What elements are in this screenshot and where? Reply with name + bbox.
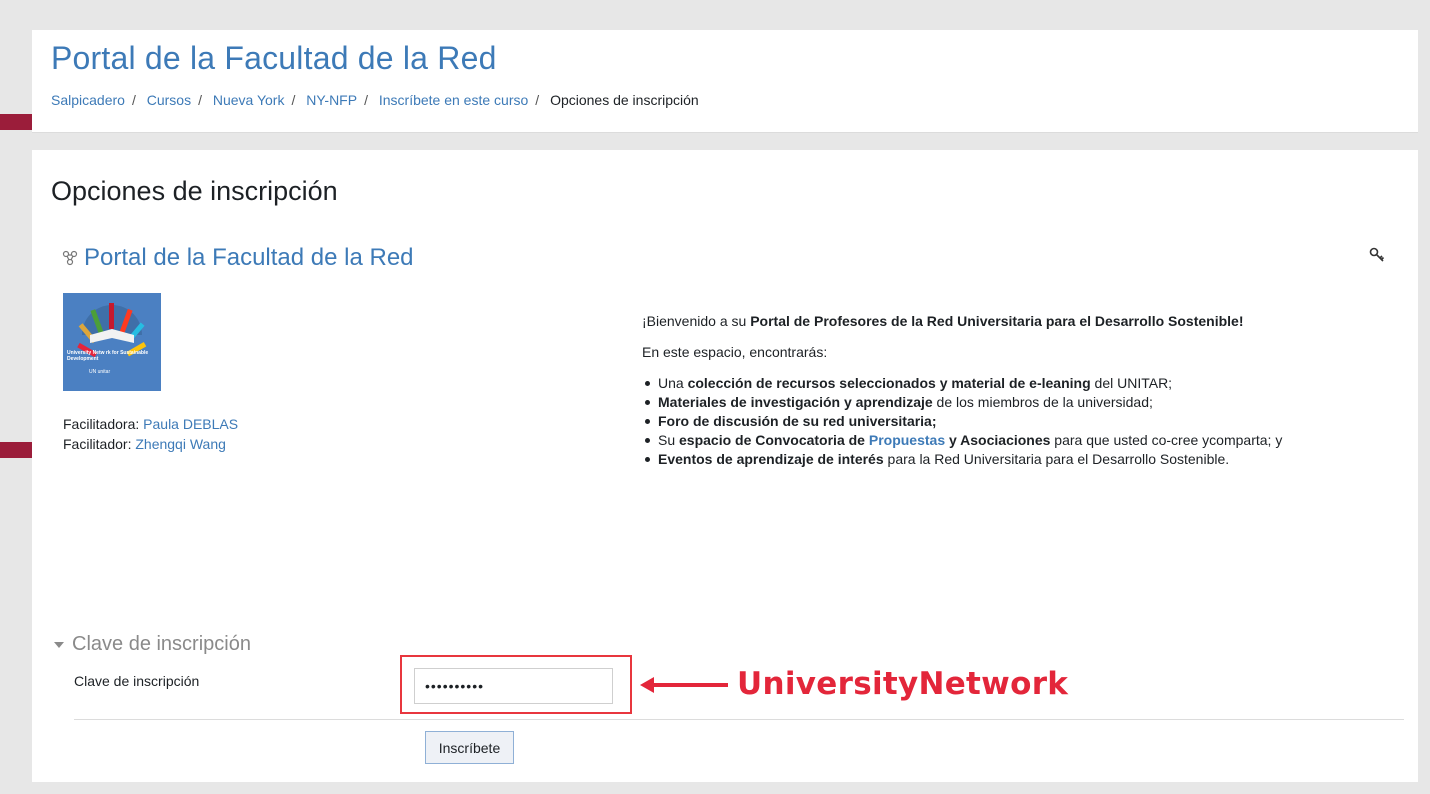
item-text: Su: [658, 432, 680, 448]
breadcrumb-separator: /: [198, 92, 202, 108]
side-mark: [0, 114, 32, 130]
course-summary: ¡Bienvenido a su Portal de Profesores de…: [642, 312, 1382, 469]
arrow-left-icon: [640, 677, 728, 693]
breadcrumb-link-enrol[interactable]: Inscríbete en este curso: [379, 92, 528, 108]
list-item: Su espacio de Convocatoria de Propuestas…: [642, 431, 1382, 450]
summary-text: ¡Bienvenido a su: [642, 313, 751, 329]
item-text: Una: [658, 375, 688, 391]
summary-bold: Portal de Profesores de la Red Universit…: [750, 313, 1244, 329]
contact-link[interactable]: Zhengqi Wang: [135, 436, 226, 452]
enrol-key-input[interactable]: [414, 668, 613, 704]
course-title-row: Portal de la Facultad de la Red: [62, 244, 414, 272]
breadcrumb-link-courses[interactable]: Cursos: [147, 92, 191, 108]
item-text: para la Red Universitaria para el Desarr…: [883, 451, 1230, 467]
course-image-caption: University Netw rk for Sustainable Devel…: [67, 350, 149, 362]
summary-list: Una colección de recursos seleccionados …: [642, 374, 1382, 469]
breadcrumb-link-dashboard[interactable]: Salpicadero: [51, 92, 125, 108]
contact-role: Facilitador:: [63, 436, 132, 452]
item-bold: Materiales de investigación y aprendizaj…: [658, 394, 933, 410]
item-bold: y Asociaciones: [945, 432, 1051, 448]
list-item: Una colección de recursos seleccionados …: [642, 374, 1382, 393]
summary-intro: En este espacio, encontrarás:: [642, 344, 828, 360]
side-mark: [0, 442, 32, 458]
enrol-key-label: Clave de inscripción: [74, 673, 200, 689]
summary-welcome: ¡Bienvenido a su Portal de Profesores de…: [642, 312, 1382, 331]
caret-down-icon: [54, 641, 64, 648]
list-item: Materiales de investigación y aprendizaj…: [642, 393, 1382, 412]
section-title: Clave de inscripción: [72, 633, 251, 655]
item-bold: colección de recursos seleccionados y ma…: [687, 375, 1091, 391]
enrol-submit-button[interactable]: Inscríbete: [425, 731, 514, 764]
contact-row: Facilitador: Zhengqi Wang: [63, 434, 238, 454]
list-item: Foro de discusión de su red universitari…: [642, 412, 1382, 431]
item-text: del UNITAR;: [1090, 375, 1173, 391]
page-header: Portal de la Facultad de la Red Salpicad…: [32, 30, 1418, 133]
contact-row: Facilitadora: Paula DEBLAS: [63, 414, 238, 434]
item-bold: Foro de discusión de su red universitari…: [658, 413, 937, 429]
breadcrumb-separator: /: [364, 92, 368, 108]
proposals-link[interactable]: Propuestas: [869, 432, 945, 448]
item-text: de los miembros de la universidad;: [932, 394, 1153, 410]
page-title: Opciones de inscripción: [51, 176, 338, 206]
course-image-graphic: [63, 293, 161, 391]
site-title: Portal de la Facultad de la Red: [51, 40, 497, 76]
item-text: para que usted co-cree ycomparta; y: [1050, 432, 1283, 448]
item-bold: espacio de Convocatoria de: [679, 432, 869, 448]
course-image-logos: UN unitar: [89, 369, 111, 375]
breadcrumb-current: Opciones de inscripción: [550, 92, 699, 108]
course-contacts: Facilitadora: Paula DEBLAS Facilitador: …: [63, 414, 238, 454]
course-image: University Netw rk for Sustainable Devel…: [63, 293, 161, 391]
course-title-link[interactable]: Portal de la Facultad de la Red: [84, 244, 414, 272]
breadcrumb-link-category[interactable]: Nueva York: [213, 92, 285, 108]
breadcrumb-separator: /: [131, 92, 136, 108]
annotation-label: UniversityNetwork: [737, 666, 1069, 702]
contact-role: Facilitadora:: [63, 416, 140, 432]
list-item: Eventos de aprendizaje de interés para l…: [642, 450, 1382, 469]
contact-link[interactable]: Paula DEBLAS: [143, 416, 238, 432]
breadcrumb-separator: /: [535, 92, 540, 108]
breadcrumb-link-course[interactable]: NY-NFP: [306, 92, 357, 108]
breadcrumb: Salpicadero / Cursos / Nueva York / NY-NFP /…: [51, 92, 699, 108]
divider: [74, 719, 1404, 720]
course-icon: [62, 250, 78, 266]
main-region: Opciones de inscripción Portal de la Fac…: [32, 150, 1418, 782]
key-icon: [1369, 247, 1385, 262]
item-bold: Eventos de aprendizaje de interés: [658, 451, 884, 467]
enrol-key-section-toggle[interactable]: Clave de inscripción: [54, 633, 251, 656]
breadcrumb-separator: /: [291, 92, 296, 108]
